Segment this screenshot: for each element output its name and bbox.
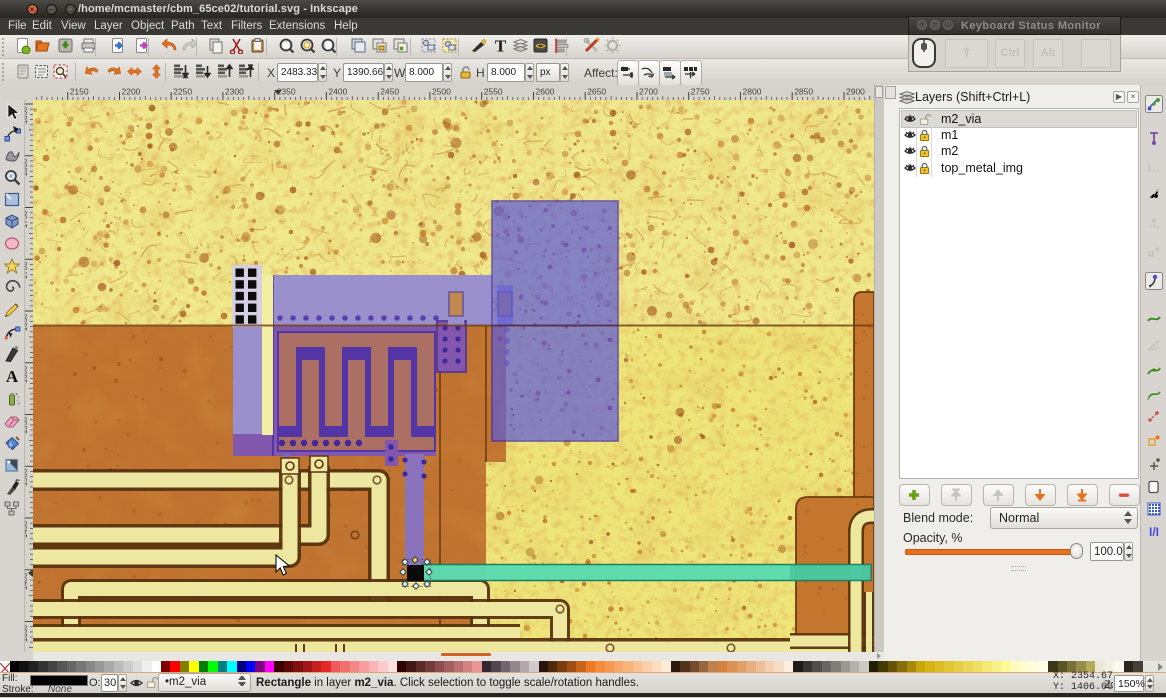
svg-text:2300: 2300 — [225, 87, 244, 97]
svg-text:2800: 2800 — [743, 87, 762, 97]
svg-text:1550: 1550 — [25, 416, 29, 434]
svg-text:I/I: I/I — [1149, 525, 1159, 539]
svg-text:2600: 2600 — [536, 87, 555, 97]
svg-text:2550: 2550 — [484, 87, 503, 97]
svg-text:2400: 2400 — [328, 87, 347, 97]
svg-text:2150: 2150 — [70, 87, 89, 97]
svg-text:1650: 1650 — [25, 313, 29, 331]
svg-text:1600: 1600 — [25, 365, 29, 383]
svg-text:2200: 2200 — [122, 87, 141, 97]
svg-text:T: T — [495, 37, 507, 54]
svg-text:<>: <> — [535, 41, 546, 51]
svg-text:2700: 2700 — [639, 87, 658, 97]
svg-text:1450: 1450 — [25, 520, 29, 538]
svg-text:1500: 1500 — [25, 468, 29, 486]
svg-text:2250: 2250 — [173, 87, 192, 97]
svg-text:A: A — [6, 367, 19, 385]
svg-text:2850: 2850 — [794, 87, 813, 97]
svg-text:2650: 2650 — [587, 87, 606, 97]
svg-text:1700: 1700 — [25, 261, 29, 279]
svg-text:1350: 1350 — [25, 624, 29, 642]
svg-text:1800: 1800 — [25, 158, 29, 176]
svg-text:2900: 2900 — [846, 87, 865, 97]
svg-text:2450: 2450 — [380, 87, 399, 97]
svg-text:1850: 1850 — [25, 106, 29, 124]
svg-text:2750: 2750 — [691, 87, 710, 97]
svg-text:1750: 1750 — [25, 210, 29, 228]
svg-text:2500: 2500 — [432, 87, 451, 97]
svg-text:1400: 1400 — [25, 572, 29, 590]
